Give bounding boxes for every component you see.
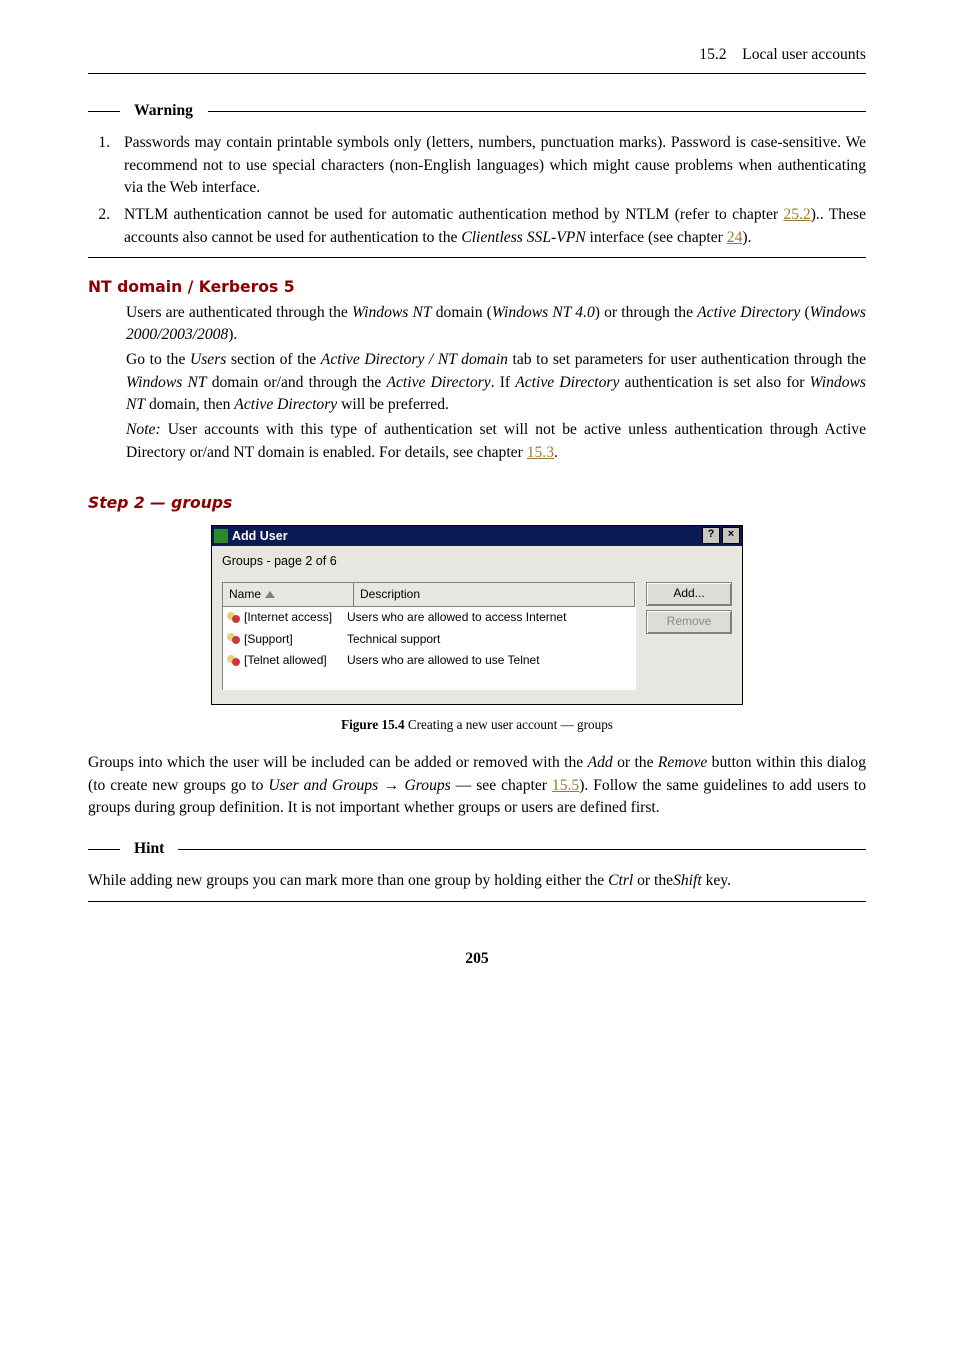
link-15-5[interactable]: 15.5 [552, 777, 579, 794]
warning-item-2: NTLM authentication cannot be used for a… [114, 204, 866, 249]
link-24[interactable]: 24 [727, 229, 743, 246]
hint-closing-rule [88, 901, 866, 902]
list-row[interactable]: [Internet access] Users who are allowed … [223, 607, 635, 628]
hint-legend: Hint [128, 838, 170, 861]
list-row[interactable]: [Telnet allowed] Users who are allowed t… [223, 650, 635, 671]
wizard-page-label: Groups - page 2 of 6 [222, 552, 732, 570]
list-row[interactable]: [Support] Technical support [223, 629, 635, 650]
figure-wrap: Add User ? × Groups - page 2 of 6 Name D… [88, 525, 866, 705]
close-button[interactable]: × [722, 527, 740, 544]
group-icon [227, 612, 241, 624]
col-name[interactable]: Name [223, 583, 354, 606]
warning-item-1: Passwords may contain printable symbols … [114, 132, 866, 200]
figure-caption: Figure 15.4 Creating a new user account … [88, 715, 866, 734]
dialog-titlebar: Add User ? × [212, 526, 742, 546]
warning-legend: Warning [128, 100, 199, 123]
group-icon [227, 655, 241, 667]
def-p1: Users are authenticated through the Wind… [126, 302, 866, 347]
remove-button[interactable]: Remove [646, 610, 732, 634]
warn2-seg4: ). [742, 229, 751, 246]
warning-closing-rule [88, 257, 866, 258]
page-number: 205 [88, 948, 866, 971]
step-heading: Step 2 — groups [88, 492, 866, 515]
warn2-em: Clientless SSL-VPN [461, 229, 585, 246]
warn2-seg1: NTLM authentication cannot be used for a… [124, 206, 783, 223]
add-button[interactable]: Add... [646, 582, 732, 606]
groups-listbox[interactable]: Name Description [Internet access] Users… [222, 582, 636, 690]
link-15-3[interactable]: 15.3 [527, 444, 554, 461]
group-icon [227, 633, 241, 645]
warning-list: Passwords may contain printable symbols … [114, 132, 866, 249]
hint-body: While adding new groups you can mark mor… [88, 870, 866, 893]
sort-asc-icon [265, 591, 275, 598]
def-heading: NT domain / Kerberos 5 [88, 276, 866, 299]
dialog-title: Add User [232, 527, 288, 545]
link-25-2[interactable]: 25.2 [783, 206, 810, 223]
def-p2: Go to the Users section of the Active Di… [126, 349, 866, 417]
running-header: 15.2 Local user accounts [88, 44, 866, 67]
add-user-dialog: Add User ? × Groups - page 2 of 6 Name D… [211, 525, 743, 705]
hint-legend-row: Hint [88, 838, 866, 861]
body-para: Groups into which the user will be inclu… [88, 752, 866, 820]
header-rule [88, 73, 866, 74]
app-icon [214, 529, 228, 543]
help-button[interactable]: ? [702, 527, 720, 544]
def-body: Users are authenticated through the Wind… [126, 302, 866, 464]
def-p3: Note: User accounts with this type of au… [126, 419, 866, 464]
warning-legend-row: Warning [88, 100, 866, 123]
col-description[interactable]: Description [354, 583, 635, 606]
warn2-seg3: interface (see chapter [586, 229, 727, 246]
list-header: Name Description [223, 583, 635, 607]
